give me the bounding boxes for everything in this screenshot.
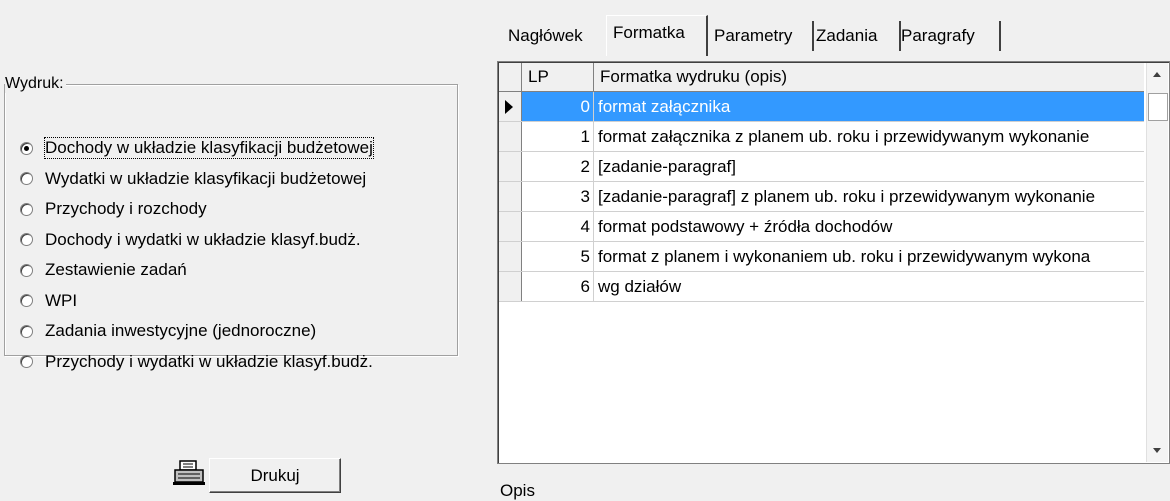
row-indicator[interactable] xyxy=(499,122,522,151)
row-indicator[interactable] xyxy=(499,272,522,301)
radio-button[interactable] xyxy=(20,172,33,185)
row-indicator[interactable] xyxy=(499,182,522,211)
grid-rows: 0 format załącznika 1 format załącznika z p… xyxy=(499,92,1144,302)
header-indicator-cell xyxy=(499,63,522,91)
cell-lp[interactable]: 3 xyxy=(522,182,594,211)
column-header-lp[interactable]: LP xyxy=(522,63,594,91)
print-option-4[interactable]: Zestawienie zadań xyxy=(20,257,187,283)
print-option-7[interactable]: Przychody i wydatki w układzie klasyf.bu… xyxy=(20,349,373,375)
table-row[interactable]: 0 format załącznika xyxy=(499,92,1144,122)
cell-lp[interactable]: 5 xyxy=(522,242,594,271)
print-option-label: Dochody w układzie klasyfikacji budżetow… xyxy=(44,137,374,159)
print-button[interactable]: Drukuj xyxy=(209,458,341,493)
column-header-desc[interactable]: Formatka wydruku (opis) xyxy=(594,63,1144,91)
cell-desc[interactable]: wg działów xyxy=(594,272,1144,301)
table-row[interactable]: 5 format z planem i wykonaniem ub. roku i… xyxy=(499,242,1144,272)
print-type-legend: Wydruk: xyxy=(5,75,66,93)
opis-label: Opis xyxy=(500,481,535,500)
scroll-thumb[interactable] xyxy=(1148,93,1168,121)
row-indicator[interactable] xyxy=(499,152,522,181)
print-option-label: Przychody i wydatki w układzie klasyf.bu… xyxy=(45,351,373,371)
grid-header: LP Formatka wydruku (opis) xyxy=(499,63,1144,92)
cell-desc[interactable]: format z planem i wykonaniem ub. roku i … xyxy=(594,242,1144,271)
print-option-2[interactable]: Przychody i rozchody xyxy=(20,196,207,222)
tab-naglowek[interactable]: Nagłówek xyxy=(502,21,604,51)
print-option-label: WPI xyxy=(45,290,78,310)
cell-lp[interactable]: 6 xyxy=(522,272,594,301)
row-indicator[interactable] xyxy=(499,92,522,121)
print-option-5[interactable]: WPI xyxy=(20,288,77,314)
cell-lp[interactable]: 1 xyxy=(522,122,594,151)
tab-paragrafy[interactable]: Paragrafy xyxy=(895,21,1001,51)
table-row[interactable]: 1 format załącznika z planem ub. roku i p… xyxy=(499,122,1144,152)
row-indicator[interactable] xyxy=(499,212,522,241)
cell-desc[interactable]: format załącznika z planem ub. roku i pr… xyxy=(594,122,1144,151)
radio-button[interactable] xyxy=(20,355,33,368)
current-row-arrow-icon xyxy=(505,100,513,114)
print-option-label: Wydatki w układzie klasyfikacji budżetow… xyxy=(45,168,367,188)
cell-lp[interactable]: 4 xyxy=(522,212,594,241)
radio-button[interactable] xyxy=(20,141,33,155)
print-option-3[interactable]: Dochody i wydatki w układzie klasyf.budż… xyxy=(20,227,361,253)
table-row[interactable]: 3 [zadanie-paragraf] z planem ub. roku i … xyxy=(499,182,1144,212)
radio-button[interactable] xyxy=(20,324,33,338)
print-option-label: Przychody i rozchody xyxy=(45,199,207,218)
radio-button[interactable] xyxy=(20,233,33,246)
table-row[interactable]: 2 [zadanie-paragraf] xyxy=(499,152,1144,182)
cell-desc[interactable]: format załącznika xyxy=(594,92,1144,121)
radio-button[interactable] xyxy=(20,263,33,277)
print-option-label: Zestawienie zadań xyxy=(45,260,187,279)
scroll-down-button[interactable] xyxy=(1147,440,1168,462)
radio-button[interactable] xyxy=(20,202,33,216)
cell-desc[interactable]: [zadanie-paragraf] z planem ub. roku i p… xyxy=(594,182,1144,211)
print-option-1[interactable]: Wydatki w układzie klasyfikacji budżetow… xyxy=(20,166,366,192)
cell-lp[interactable]: 2 xyxy=(522,152,594,181)
grid-vertical-scrollbar[interactable] xyxy=(1146,63,1168,462)
radio-button[interactable] xyxy=(20,294,33,307)
tab-zadania[interactable]: Zadania xyxy=(810,21,901,51)
cell-desc[interactable]: format podstawowy + źródła dochodów xyxy=(594,212,1144,241)
print-option-label: Dochody i wydatki w układzie klasyf.budż… xyxy=(45,229,361,249)
print-option-6[interactable]: Zadania inwestycyjne (jednoroczne) xyxy=(20,318,316,344)
printer-icon xyxy=(173,460,205,485)
print-option-label: Zadania inwestycyjne (jednoroczne) xyxy=(45,321,317,340)
arrow-down-icon xyxy=(1153,448,1161,453)
tab-formatka[interactable]: Formatka xyxy=(606,15,708,56)
arrow-up-icon xyxy=(1153,72,1161,77)
cell-lp[interactable]: 0 xyxy=(522,92,594,121)
tab-parametry[interactable]: Parametry xyxy=(708,21,814,51)
table-row[interactable]: 6 wg działów xyxy=(499,272,1144,302)
scroll-up-button[interactable] xyxy=(1147,63,1168,85)
print-option-0[interactable]: Dochody w układzie klasyfikacji budżetow… xyxy=(20,135,374,161)
table-row[interactable]: 4 format podstawowy + źródła dochodów xyxy=(499,212,1144,242)
cell-desc[interactable]: [zadanie-paragraf] xyxy=(594,152,1144,181)
format-grid[interactable]: LP Formatka wydruku (opis) 0 format załąc… xyxy=(497,61,1170,464)
row-indicator[interactable] xyxy=(499,242,522,271)
